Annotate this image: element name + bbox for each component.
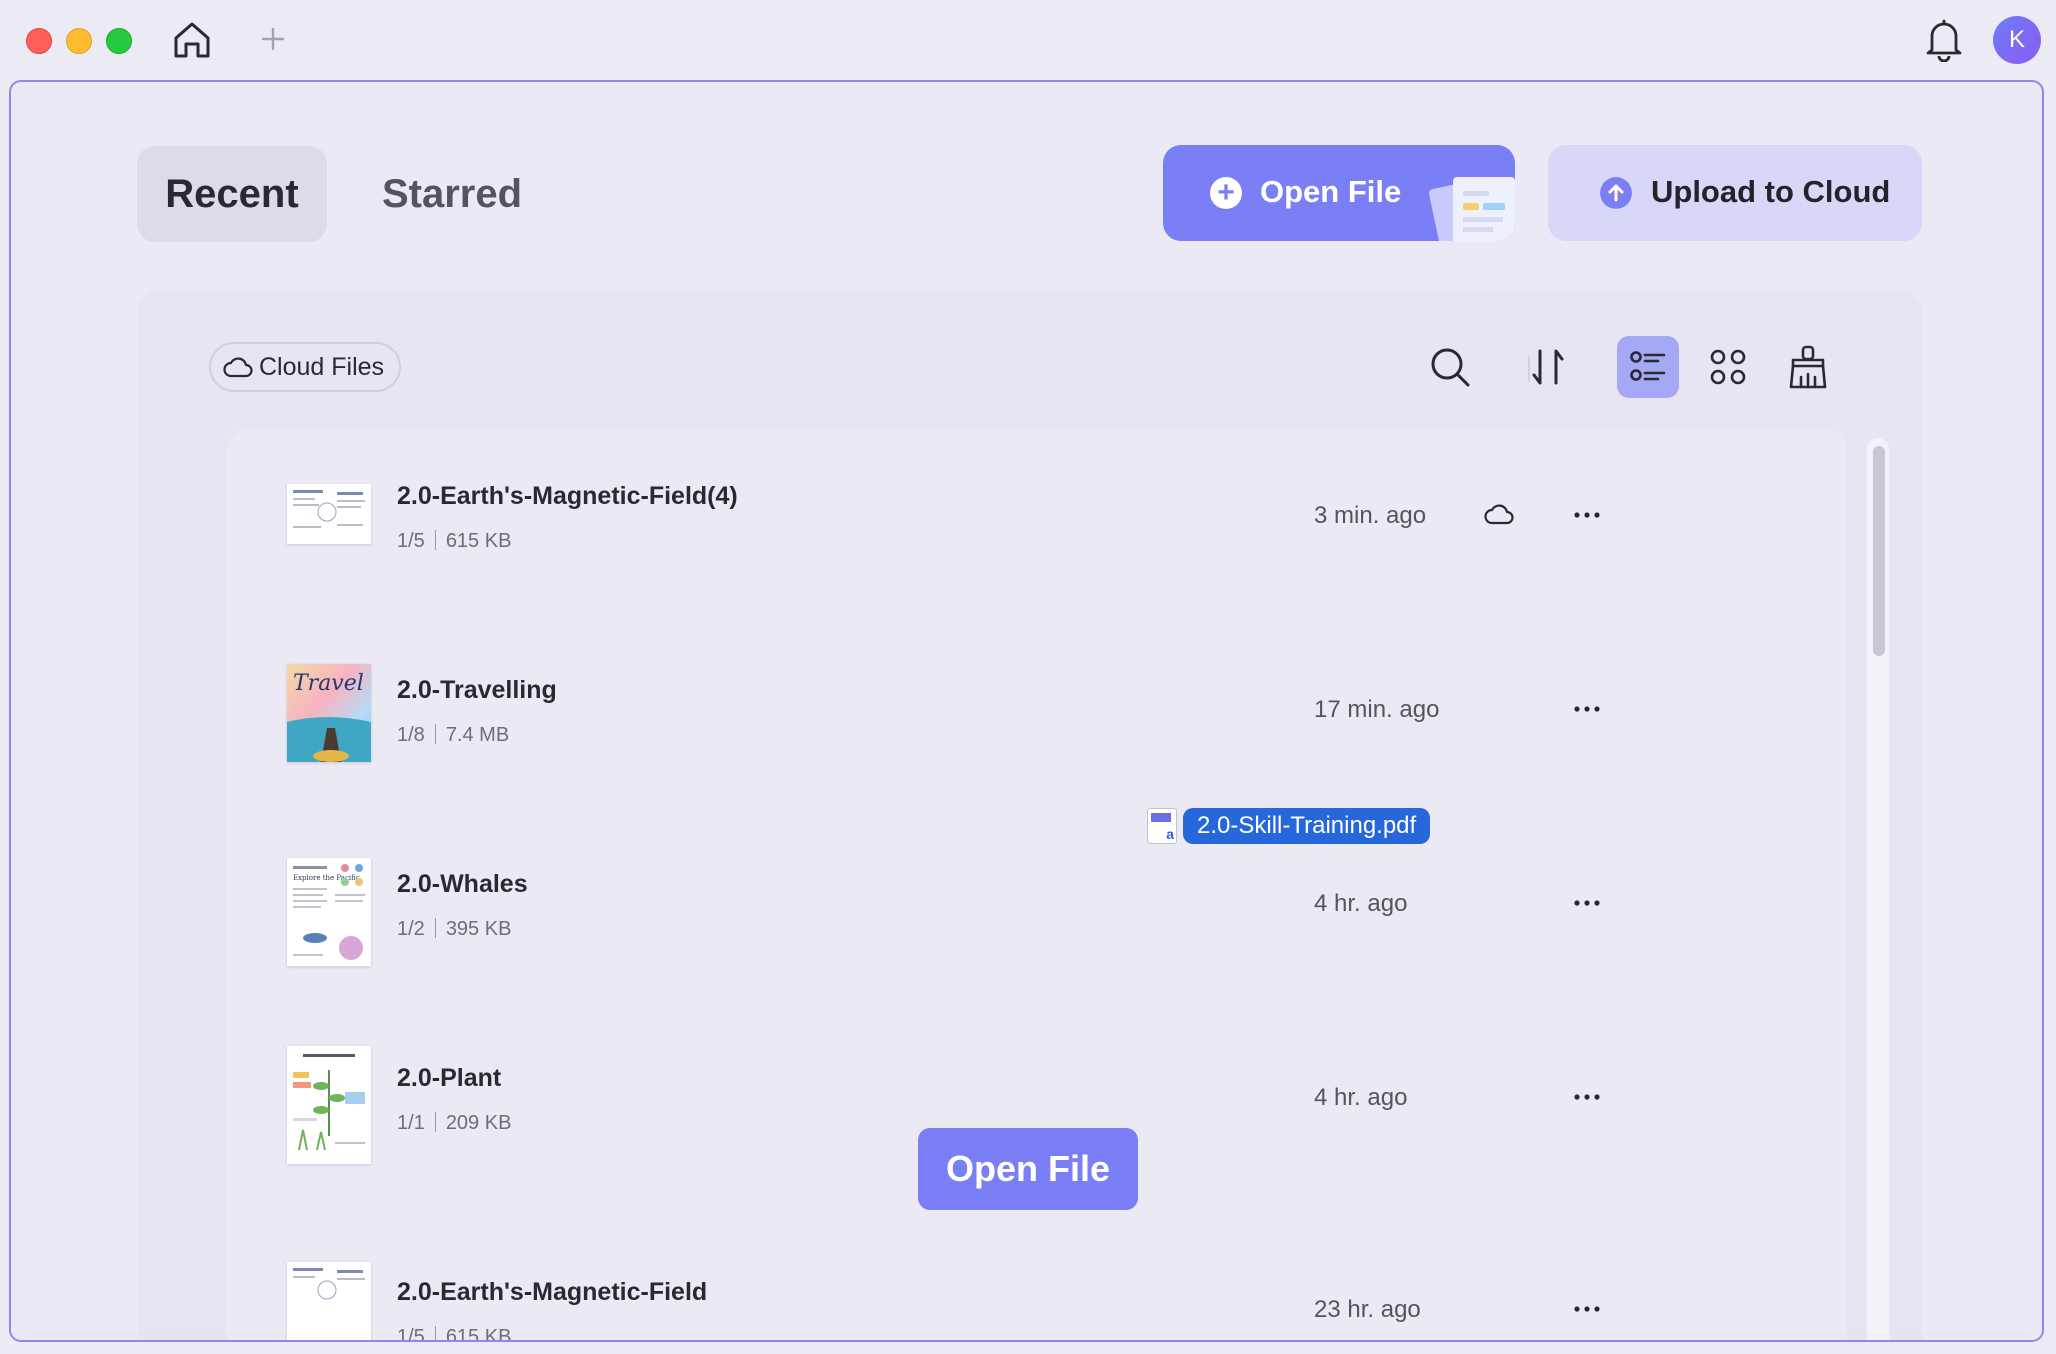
file-name: 2.0-Earth's-Magnetic-Field	[397, 1278, 708, 1306]
documents-icon	[1429, 177, 1515, 241]
list-item[interactable]: Explore the Pacific 2.0-Whales 1/2 395 K…	[227, 838, 1847, 978]
file-modified-time: 4 hr. ago	[1314, 1084, 1408, 1111]
cloud-synced-icon	[1484, 504, 1514, 525]
cloud-icon	[223, 357, 253, 378]
more-options-icon[interactable]	[1567, 1294, 1607, 1324]
more-options-icon[interactable]	[1567, 694, 1607, 724]
file-thumbnail	[287, 1046, 371, 1164]
more-options-icon[interactable]	[1567, 500, 1607, 530]
file-meta: 1/8 7.4 MB	[397, 724, 510, 746]
file-modified-time: 17 min. ago	[1314, 696, 1440, 723]
plus-circle-icon: +	[1210, 177, 1242, 209]
search-button[interactable]	[1419, 336, 1481, 398]
broom-icon	[1789, 345, 1827, 389]
pdf-file-icon: a	[1147, 808, 1177, 844]
more-options-icon[interactable]	[1567, 1082, 1607, 1112]
upload-arrow-icon	[1600, 177, 1632, 209]
upload-to-cloud-button[interactable]: Upload to Cloud	[1548, 145, 1922, 241]
file-name: 2.0-Plant	[397, 1064, 502, 1092]
sort-button[interactable]	[1517, 336, 1579, 398]
scrollbar-thumb[interactable]	[1873, 446, 1885, 656]
upload-label: Upload to Cloud	[1651, 174, 1891, 209]
tab-starred[interactable]: Starred	[357, 146, 547, 242]
close-window-button[interactable]	[26, 28, 52, 54]
list-item[interactable]: 2.0-Earth's-Magnetic-Field 1/5 615 KB 23 …	[227, 1226, 1847, 1340]
open-file-label: Open File	[1260, 174, 1402, 209]
dragged-file[interactable]: a 2.0-Skill-Training.pdf	[1147, 806, 1431, 846]
home-icon[interactable]	[170, 18, 214, 62]
file-modified-time: 4 hr. ago	[1314, 890, 1408, 917]
file-meta: 1/5 615 KB	[397, 530, 512, 552]
new-tab-icon[interactable]	[258, 24, 288, 54]
svg-text:Travel: Travel	[293, 671, 364, 696]
cloud-files-label: Cloud Files	[259, 352, 385, 381]
zoom-window-button[interactable]	[106, 28, 132, 54]
file-thumbnail	[287, 1262, 371, 1340]
svg-text:Explore the Pacific: Explore the Pacific	[293, 874, 360, 882]
file-name: 2.0-Whales	[397, 870, 528, 898]
cloud-files-filter[interactable]: Cloud Files	[209, 342, 401, 392]
title-bar: K	[0, 0, 2056, 80]
tab-recent[interactable]: Recent	[137, 146, 327, 242]
open-file-button[interactable]: + Open File	[1163, 145, 1515, 241]
file-meta: 1/5 615 KB	[397, 1326, 511, 1340]
file-meta: 1/1 209 KB	[397, 1112, 512, 1134]
grid-view-button[interactable]	[1697, 336, 1759, 398]
minimize-window-button[interactable]	[66, 28, 92, 54]
list-item[interactable]: 2.0-Earth's-Magnetic-Field(4) 1/5 615 KB …	[227, 450, 1847, 590]
list-view-button[interactable]	[1617, 336, 1679, 398]
file-name: 2.0-Travelling	[397, 676, 557, 704]
search-icon	[1431, 348, 1470, 387]
file-thumbnail: Explore the Pacific	[287, 858, 371, 966]
dragged-file-name: 2.0-Skill-Training.pdf	[1183, 808, 1431, 844]
more-options-icon[interactable]	[1567, 888, 1607, 918]
file-modified-time: 23 hr. ago	[1314, 1296, 1421, 1323]
sort-icon	[1532, 349, 1564, 385]
bell-icon[interactable]	[1924, 18, 1964, 62]
file-modified-time: 3 min. ago	[1314, 502, 1427, 529]
file-meta: 1/2 395 KB	[397, 918, 512, 940]
scrollbar[interactable]	[1867, 438, 1889, 1340]
drop-open-file-target[interactable]: Open File	[918, 1128, 1138, 1210]
file-name: 2.0-Earth's-Magnetic-Field(4)	[397, 482, 738, 510]
clear-history-button[interactable]	[1777, 336, 1839, 398]
file-thumbnail: Travel	[287, 664, 371, 762]
list-view-icon	[1630, 351, 1666, 381]
file-thumbnail	[287, 484, 371, 544]
grid-view-icon	[1710, 349, 1746, 385]
avatar[interactable]: K	[1993, 16, 2041, 64]
list-item[interactable]: Travel 2.0-Travelling 1/8 7.4 MB 17 min. …	[227, 644, 1847, 784]
